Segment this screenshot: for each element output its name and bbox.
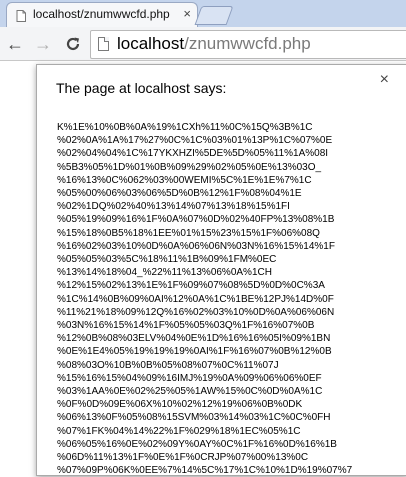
dialog-message-line: %06%05%16%0E%02%09Y%0AY%0C%1F%16%0D%16%1… <box>57 438 337 450</box>
dialog-message-line: %06D%11%13%1F%0E%1F%0CRJP%07%00%13%0C <box>57 452 309 464</box>
dialog-message-line: %05%19%09%16%1F%0A%07%0D%02%40FP%13%08%1… <box>57 214 335 226</box>
dialog-message-line: %06%13%0F%05%08%15SVM%03%14%03%1C%0C%0FH <box>57 412 331 424</box>
tab-strip: localhost/znumwwcfd.php × <box>0 0 406 28</box>
reload-icon[interactable] <box>62 33 84 55</box>
dialog-message-line: %12%0B%08%03ELV%04%0E%1D%16%16%05I%09%1B… <box>57 333 331 345</box>
page-content: × The page at localhost says: K%1E%10%0B… <box>0 61 406 476</box>
browser-toolbar: ← → localhost/znumwwcfd.php <box>0 27 406 61</box>
dialog-title: The page at localhost says: <box>56 80 227 96</box>
dialog-message-line: K%1E%10%0B%0A%19%1CXh%11%0C%15Q%3B%1C <box>57 122 313 133</box>
url-path: /znumwwcfd.php <box>184 34 311 53</box>
address-bar[interactable]: localhost/znumwwcfd.php <box>90 30 406 59</box>
browser-tab[interactable]: localhost/znumwwcfd.php × <box>6 2 198 28</box>
new-tab-button[interactable] <box>194 6 234 25</box>
dialog-message-line: %11%21%18%09%12Q%16%02%03%10%0D%0A%06%06… <box>57 306 335 318</box>
dialog-message-line: %0F%0D%09E%06X%10%02%12%19%06%0B%0DK <box>57 399 303 411</box>
alert-dialog: × The page at localhost says: K%1E%10%0B… <box>36 64 406 476</box>
dialog-message-line: %08%03O%10B%0B%05%08%07%0C%11%07J <box>57 359 279 371</box>
dialog-message-line: %15%18%0B5%18%1EE%01%15%23%15%1F%06%08Q <box>57 227 320 239</box>
dialog-message-line: %02%04%04%1C%17YKXHZI%5DE%5D%05%11%1A%08… <box>57 148 329 160</box>
tab-close-icon[interactable]: × <box>183 6 191 21</box>
dialog-message-line: %07%1FK%04%14%22%1F%029%18%1EC%05%1C <box>57 425 301 437</box>
dialog-message: K%1E%10%0B%0A%19%1CXh%11%0C%15Q%3B%1C %02… <box>57 121 397 477</box>
tab-title: localhost/znumwwcfd.php <box>33 7 170 21</box>
dialog-message-line: %0E%1E4%05%19%19%19%0AI%1F%16%07%0B%12%0… <box>57 346 332 358</box>
dialog-message-line: %07%09P%06K%0EE%7%14%5C%17%1C%10%1D%19%0… <box>57 465 353 477</box>
dialog-message-line: %05%00%06%03%06%5D%0B%12%1F%08%04%1E <box>57 188 302 200</box>
forward-arrow-icon[interactable]: → <box>32 33 54 55</box>
dialog-message-line: %03%1AA%0E%02%25%05%1AW%15%0C%0D%0A%1C <box>57 386 323 398</box>
dialog-message-line: %16%02%03%10%0D%0A%06%06N%03N%16%15%14%1… <box>57 240 335 252</box>
dialog-message-line: %03N%16%15%14%1F%05%05%03Q%1F%16%07%0B <box>57 320 315 332</box>
page-favicon-icon <box>15 9 27 22</box>
url-text: localhost/znumwwcfd.php <box>117 34 311 54</box>
dialog-message-line: %12%15%02%13%1E%1F%09%07%08%5D%0D%0C%3A <box>57 280 325 292</box>
dialog-message-line: %02%0A%1A%17%27%0C%1C%03%01%13P%1C%07%0E <box>57 135 333 147</box>
dialog-message-line: %15%16%15%04%09%16IMJ%19%0A%09%06%06%0EF <box>57 372 322 384</box>
dialog-message-line: %5B3%05%1D%01%0B%09%29%02%05%0E%13%03O_ <box>57 161 322 173</box>
page-icon <box>98 37 109 51</box>
dialog-message-line: %13%14%18%04_%22%11%13%06%0A%1CH <box>57 267 272 279</box>
dialog-close-icon[interactable]: × <box>380 71 389 89</box>
back-arrow-icon[interactable]: ← <box>4 33 26 55</box>
dialog-message-line: %05%05%03%5C%18%11%1B%09%1FM%0EC <box>57 254 277 266</box>
dialog-message-line: %1C%14%0B%09%0AI%12%0A%1C%1BE%12PJ%14D%0… <box>57 293 334 305</box>
url-host: localhost <box>117 34 185 53</box>
dialog-message-line: %16%13%0C%062%03%00WEMI%5C%1E%1E%7%1C <box>57 174 312 186</box>
dialog-message-line: %02%1DQ%02%40%13%14%07%13%18%15%1FI <box>57 201 290 213</box>
